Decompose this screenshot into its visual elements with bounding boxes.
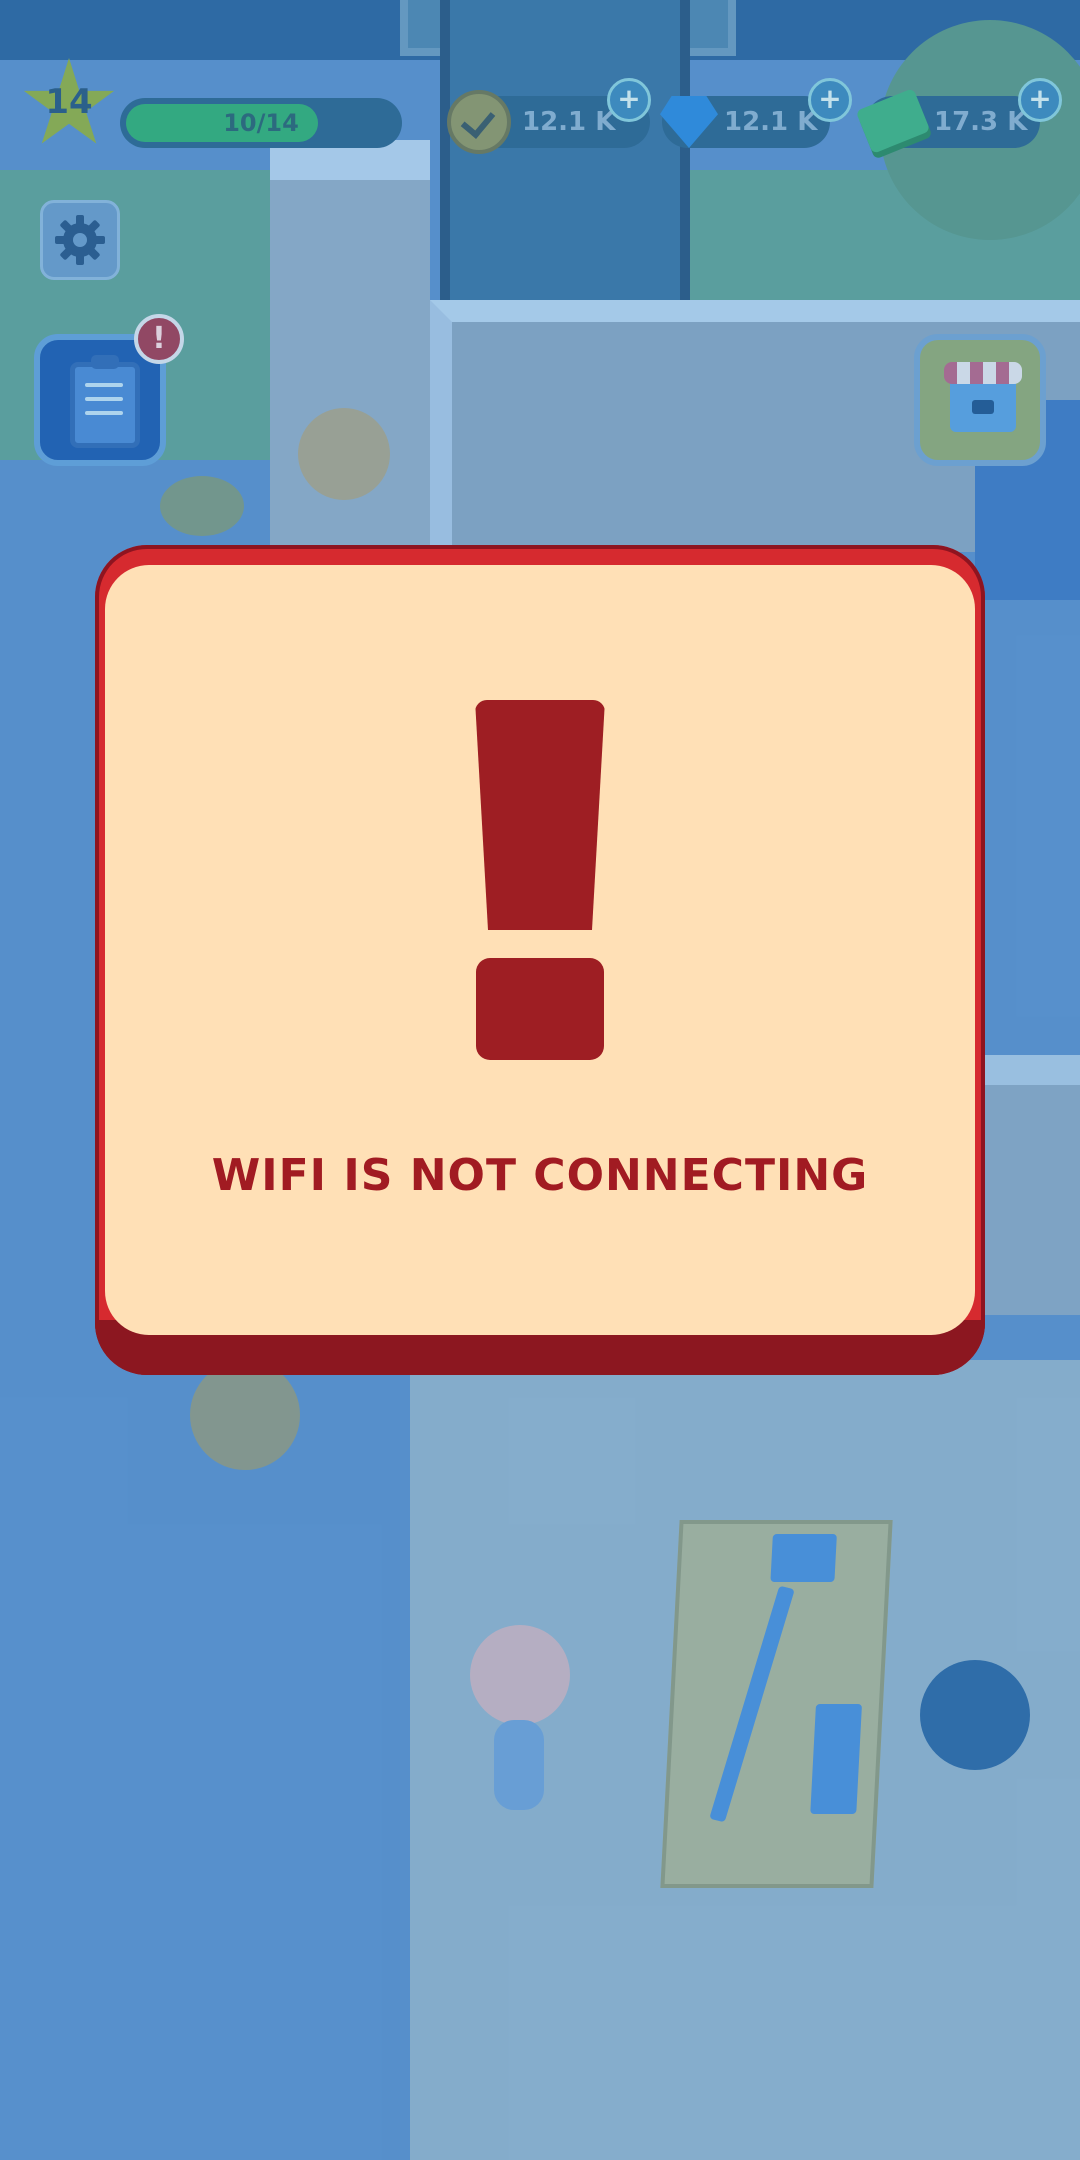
error-message: WIFI IS NOT CONNECTING xyxy=(211,1150,869,1201)
exclamation-icon xyxy=(475,700,605,930)
error-dialog-body xyxy=(105,565,975,1335)
exclamation-dot xyxy=(476,958,604,1060)
